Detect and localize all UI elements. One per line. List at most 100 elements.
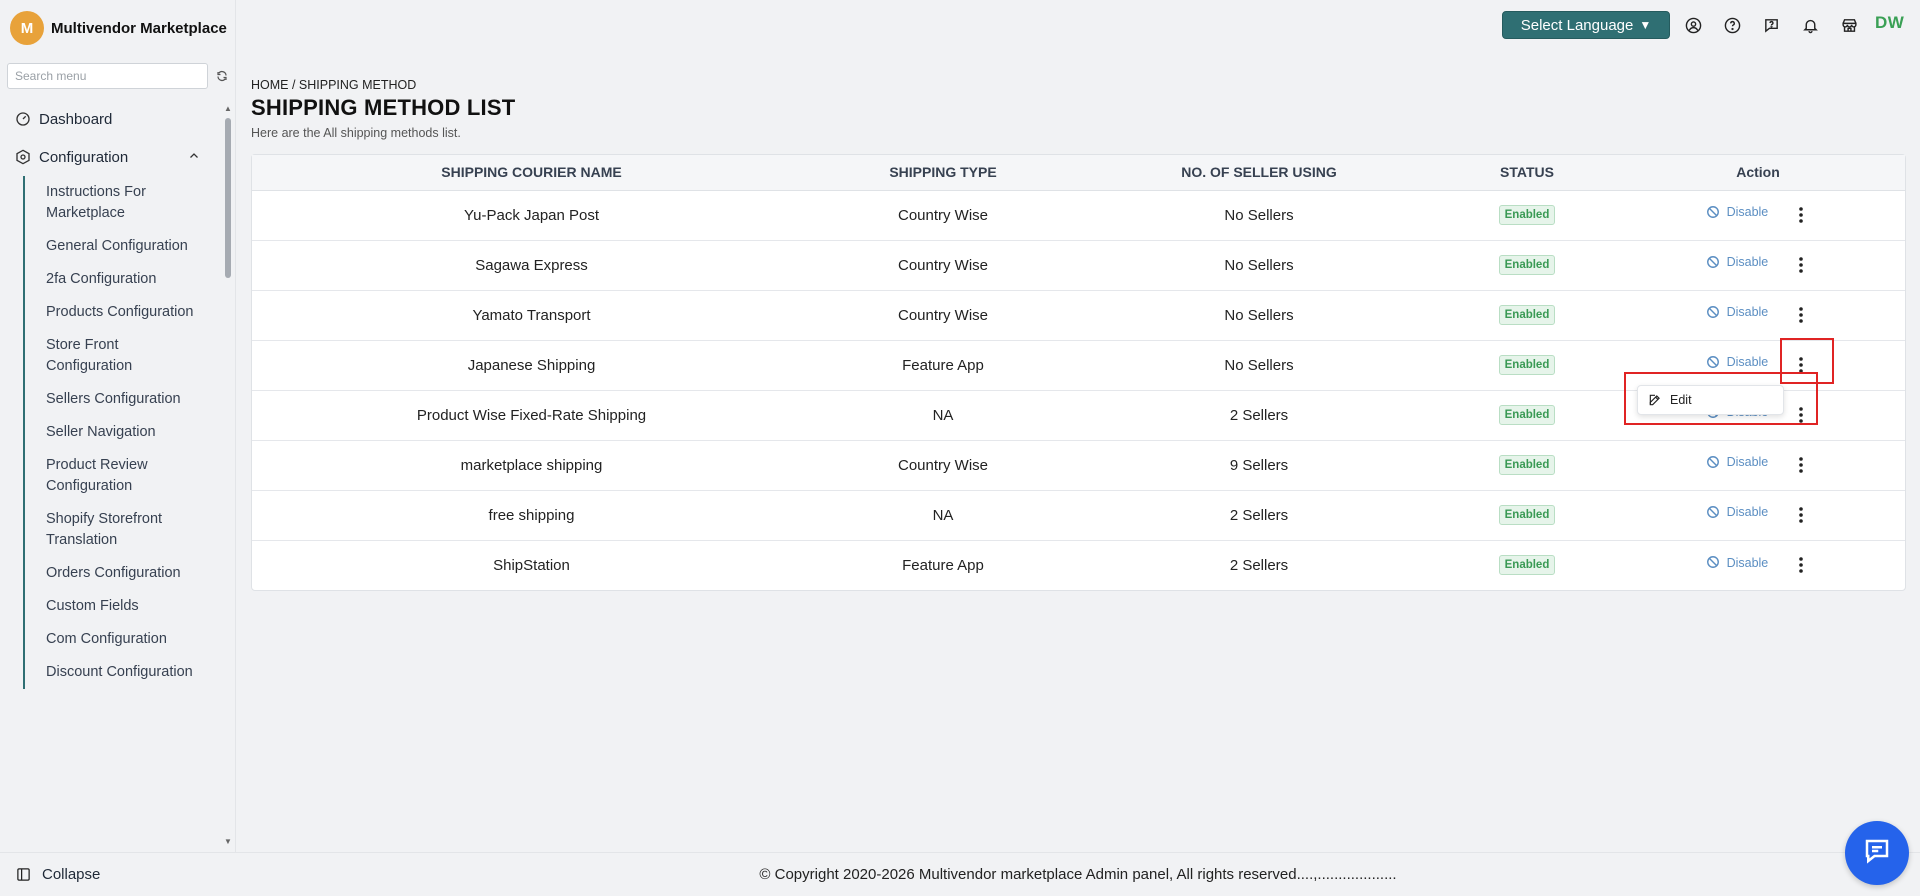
disable-link[interactable]: Disable xyxy=(1706,305,1769,320)
status-badge: Enabled xyxy=(1498,205,1556,225)
disable-link[interactable]: Disable xyxy=(1706,555,1769,570)
seller-count-cell: No Sellers xyxy=(1075,240,1443,291)
disable-link[interactable]: Disable xyxy=(1706,505,1769,520)
sidebar-subitem-store-front-configuration[interactable]: Store Front Configuration xyxy=(46,329,196,383)
sidebar-subitem-shopify-storefront-translation[interactable]: Shopify Storefront Translation xyxy=(46,503,196,557)
shipping-type-cell: Country Wise xyxy=(811,240,1075,291)
sidebar-subitem-2fa-configuration[interactable]: 2fa Configuration xyxy=(46,263,196,296)
chevron-up-icon[interactable] xyxy=(188,149,200,166)
sidebar-scrollbar[interactable]: ▲ ▼ xyxy=(224,104,232,846)
courier-name-cell: marketplace shipping xyxy=(252,440,811,491)
status-badge: Enabled xyxy=(1498,455,1556,475)
status-badge: Enabled xyxy=(1498,255,1556,275)
refresh-icon[interactable] xyxy=(215,69,229,83)
sidebar-subitem-custom-fields[interactable]: Custom Fields xyxy=(46,590,196,623)
disable-label: Disable xyxy=(1726,205,1769,220)
sidebar-item-dashboard-label: Dashboard xyxy=(39,110,113,128)
shipping-type-cell: NA xyxy=(811,490,1075,541)
collapse-label: Collapse xyxy=(42,866,101,883)
disable-link[interactable]: Disable xyxy=(1706,355,1768,370)
action-cell: Disable xyxy=(1611,190,1905,241)
sidebar-subitem-seller-navigation[interactable]: Seller Navigation xyxy=(46,416,196,449)
scrollbar-thumb[interactable] xyxy=(225,118,231,278)
menu-search-input[interactable] xyxy=(7,63,208,89)
header-seller-count: NO. OF SELLER USING xyxy=(1075,155,1443,191)
action-cell: Disable xyxy=(1611,490,1905,541)
configuration-hexagon-icon xyxy=(14,148,32,166)
collapse-sidebar-icon xyxy=(15,867,31,883)
help-circle-icon[interactable] xyxy=(1722,15,1742,35)
select-language-button[interactable]: Select Language ▼ xyxy=(1502,11,1670,39)
scroll-down-arrow-icon[interactable]: ▼ xyxy=(224,837,232,846)
sidebar-item-configuration-label: Configuration xyxy=(39,148,129,166)
brand: M Multivendor Marketplace xyxy=(0,0,235,56)
more-vertical-icon[interactable] xyxy=(1792,205,1810,225)
disable-label: Disable xyxy=(1726,555,1769,570)
user-avatar[interactable]: DW xyxy=(1875,13,1904,33)
sidebar-item-dashboard[interactable]: Dashboard xyxy=(0,100,224,138)
status-badge: Enabled xyxy=(1498,355,1556,375)
user-circle-icon[interactable] xyxy=(1683,15,1703,35)
disable-label: Disable xyxy=(1726,505,1769,520)
sidebar-subitem-orders-configuration[interactable]: Orders Configuration xyxy=(46,557,196,590)
shipping-type-cell: Feature App xyxy=(811,340,1075,391)
seller-count-cell: 2 Sellers xyxy=(1229,556,1289,574)
header-action: Action xyxy=(1611,155,1905,191)
shipping-type-cell: Country Wise xyxy=(811,290,1075,341)
ban-icon xyxy=(1706,505,1721,520)
bell-icon[interactable] xyxy=(1800,15,1820,35)
configuration-submenu: Instructions For Marketplace General Con… xyxy=(23,176,224,689)
table-header-row: SHIPPING COURIER NAME SHIPPING TYPE NO. … xyxy=(252,155,1905,191)
brand-name: Multivendor Marketplace xyxy=(51,19,227,37)
sidebar-subitem-sellers-configuration[interactable]: Sellers Configuration xyxy=(46,383,196,416)
footer: © Copyright 2020-2026 Multivendor market… xyxy=(236,852,1920,896)
status-badge: Enabled xyxy=(1498,305,1556,325)
disable-link[interactable]: Disable xyxy=(1706,255,1769,270)
courier-name-cell: Product Wise Fixed-Rate Shipping xyxy=(252,390,811,441)
caret-down-icon: ▼ xyxy=(1639,18,1652,32)
sidebar: M Multivendor Marketplace Dashboard Conf… xyxy=(0,0,236,896)
disable-label: Disable xyxy=(1726,255,1769,270)
sidebar-subitem-general-configuration[interactable]: General Configuration xyxy=(46,230,196,263)
support-message-icon[interactable] xyxy=(1761,15,1781,35)
chat-button[interactable] xyxy=(1845,821,1909,885)
breadcrumb: HOME / SHIPPING METHOD xyxy=(251,78,417,92)
ban-icon xyxy=(1706,205,1721,220)
header-shipping-type: SHIPPING TYPE xyxy=(811,155,1075,191)
sidebar-menu: Dashboard Configuration Instructions For… xyxy=(0,100,224,852)
more-vertical-icon[interactable] xyxy=(1792,305,1810,325)
collapse-button[interactable]: Collapse xyxy=(0,852,236,896)
disable-link[interactable]: Disable xyxy=(1706,455,1768,470)
store-icon[interactable] xyxy=(1839,15,1859,35)
action-cell: Disable xyxy=(1611,540,1905,590)
disable-link[interactable]: Disable xyxy=(1706,205,1769,220)
courier-name-cell: ShipStation xyxy=(493,556,570,574)
shipping-type-cell: Country Wise xyxy=(811,190,1075,241)
more-vertical-icon[interactable] xyxy=(1792,555,1810,575)
sidebar-subitem-instructions[interactable]: Instructions For Marketplace xyxy=(46,176,196,230)
seller-count-cell: No Sellers xyxy=(1075,290,1443,341)
ban-icon xyxy=(1706,455,1721,470)
sidebar-subitem-com-configuration[interactable]: Com Configuration xyxy=(46,623,196,656)
status-cell: Enabled xyxy=(1443,540,1611,590)
disable-label: Disable xyxy=(1726,305,1769,320)
sidebar-subitem-product-review-configuration[interactable]: Product Review Configuration xyxy=(46,449,196,503)
more-vertical-icon[interactable] xyxy=(1792,255,1810,275)
sidebar-subitem-discount-configuration[interactable]: Discount Configuration xyxy=(46,656,196,689)
ban-icon xyxy=(1706,555,1721,570)
sidebar-subitem-products-configuration[interactable]: Products Configuration xyxy=(46,296,196,329)
courier-name-cell: Yamato Transport xyxy=(252,290,811,341)
more-vertical-icon[interactable] xyxy=(1792,455,1810,475)
status-cell: Enabled xyxy=(1443,440,1611,491)
table-row: free shipping NA 2 Sellers Enabled Disab… xyxy=(252,490,1905,541)
status-badge: Enabled xyxy=(1498,405,1556,425)
status-cell: Enabled xyxy=(1443,340,1611,391)
status-badge: Enabled xyxy=(1498,555,1556,576)
scroll-up-arrow-icon[interactable]: ▲ xyxy=(224,104,232,113)
sidebar-item-configuration[interactable]: Configuration xyxy=(0,138,224,176)
table-row: Yamato Transport Country Wise No Sellers… xyxy=(252,290,1905,341)
select-language-label: Select Language xyxy=(1520,16,1634,34)
more-vertical-icon[interactable] xyxy=(1792,505,1810,525)
chat-bubble-icon xyxy=(1862,836,1892,871)
header-courier-name: SHIPPING COURIER NAME xyxy=(252,155,811,191)
